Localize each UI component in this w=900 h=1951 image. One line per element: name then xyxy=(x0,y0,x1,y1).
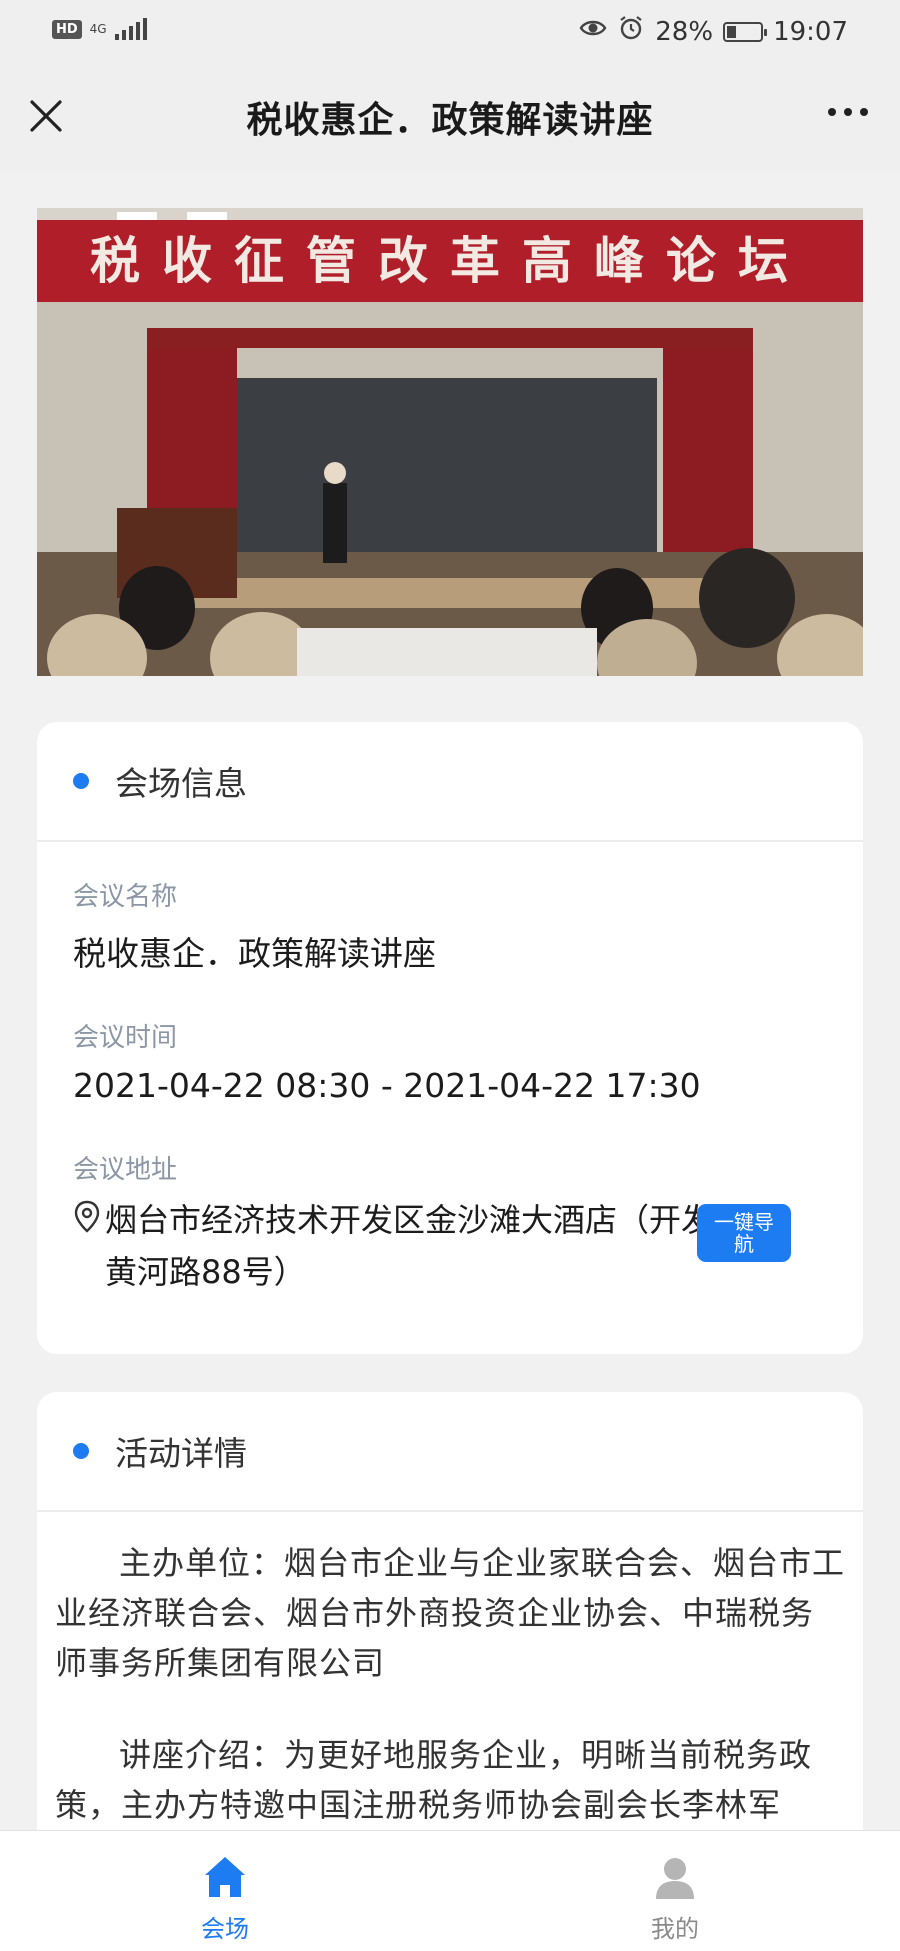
bottom-tab-bar: 会场 我的 xyxy=(0,1830,900,1951)
detail-paragraph-intro: 讲座介绍：为更好地服务企业，明晰当前税务政策，主办方特邀中国注册税务师协会副会长… xyxy=(55,1736,813,1824)
status-left: HD 4G xyxy=(52,18,147,40)
venue-info-card: 会场信息 会议名称 税收惠企．政策解读讲座 会议时间 2021-04-22 08… xyxy=(37,722,863,1354)
meeting-name-label: 会议名称 xyxy=(73,882,178,912)
user-icon xyxy=(656,1858,694,1899)
signal-icon xyxy=(114,18,147,40)
battery-icon xyxy=(723,21,768,42)
tab-venue-label: 会场 xyxy=(201,1915,249,1943)
event-photo: 税收征管改革高峰论坛 xyxy=(37,208,863,676)
eye-icon xyxy=(579,14,607,49)
tab-mine[interactable]: 我的 xyxy=(450,1831,900,1951)
location-pin-icon xyxy=(74,1200,100,1233)
address-row: 烟台市经济技术开发区金沙滩大酒店（开发区黄河路88号） 一键导航 xyxy=(73,1194,827,1298)
activity-detail-card: 活动详情 主办单位：烟台市企业与企业家联合会、烟台市工业经济联合会、烟台市外商投… xyxy=(37,1392,863,1892)
meeting-name-value: 税收惠企．政策解读讲座 xyxy=(73,934,436,973)
tab-mine-label: 我的 xyxy=(651,1915,699,1943)
hd-badge: HD xyxy=(52,19,82,39)
status-bar: HD 4G 28% 19:07 xyxy=(0,0,900,62)
more-dots-icon[interactable] xyxy=(824,100,872,124)
venue-card-header: 会场信息 xyxy=(37,722,863,842)
title-bar: 税收惠企．政策解读讲座 xyxy=(0,62,900,172)
alarm-icon xyxy=(617,14,645,49)
page-title: 税收惠企．政策解读讲座 xyxy=(246,100,654,141)
meeting-address-value: 烟台市经济技术开发区金沙滩大酒店（开发区黄河路88号） xyxy=(105,1201,746,1291)
navigate-button[interactable]: 一键导航 xyxy=(697,1204,791,1262)
status-right: 28% 19:07 xyxy=(579,14,848,49)
clock-time: 19:07 xyxy=(773,16,848,47)
section-dot xyxy=(73,773,89,789)
battery-fill xyxy=(727,25,737,38)
meeting-address-label: 会议地址 xyxy=(73,1155,178,1185)
detail-card-title: 活动详情 xyxy=(115,1434,247,1473)
banner-caption: 税收征管改革高峰论坛 xyxy=(90,232,810,290)
meeting-time-value: 2021-04-22 08:30 - 2021-04-22 17:30 xyxy=(73,1066,701,1105)
home-icon xyxy=(205,1857,245,1897)
detail-card-header: 活动详情 xyxy=(37,1392,863,1512)
close-icon[interactable] xyxy=(26,96,66,136)
venue-card-title: 会场信息 xyxy=(115,764,247,803)
detail-body: 主办单位：烟台市企业与企业家联合会、烟台市工业经济联合会、烟台市外商投资企业协会… xyxy=(37,1512,863,1830)
battery-percent: 28% xyxy=(655,16,714,47)
tab-venue[interactable]: 会场 xyxy=(0,1831,450,1951)
detail-paragraph-organizers: 主办单位：烟台市企业与企业家联合会、烟台市工业经济联合会、烟台市外商投资企业协会… xyxy=(55,1544,846,1682)
network-type: 4G xyxy=(89,22,107,36)
section-dot xyxy=(73,1443,89,1459)
meeting-time-label: 会议时间 xyxy=(73,1023,178,1053)
